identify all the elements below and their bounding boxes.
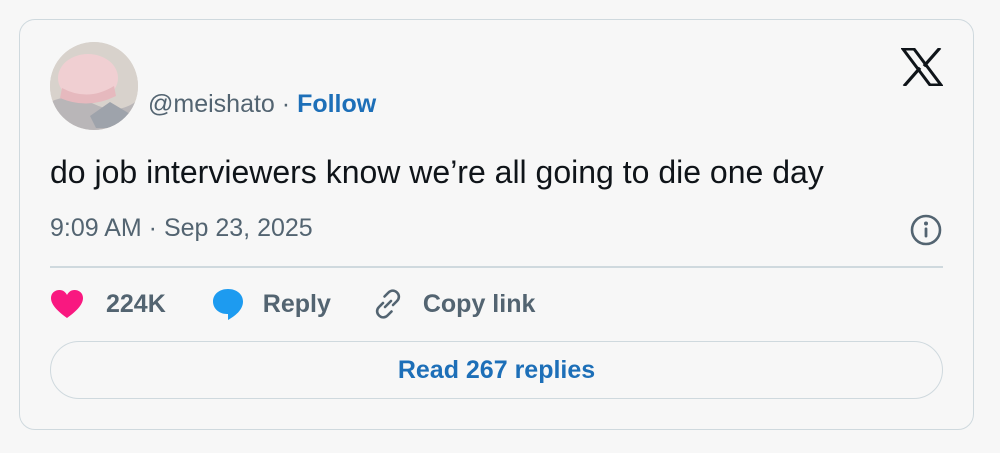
handle-row: @meishato · Follow — [148, 90, 376, 119]
tweet-timestamp[interactable]: 9:09 AM · Sep 23, 2025 — [50, 214, 313, 243]
read-replies-button[interactable]: Read 267 replies — [50, 341, 943, 399]
avatar[interactable] — [50, 42, 138, 130]
likes-count: 224K — [106, 289, 166, 318]
reply-button[interactable]: Reply — [211, 287, 331, 321]
link-icon — [371, 287, 405, 321]
divider — [50, 266, 943, 268]
like-button[interactable]: 224K — [50, 289, 166, 319]
tweet-text: do job interviewers know we’re all going… — [50, 154, 824, 190]
tweet-card: @meishato · Follow do job interviewers k… — [19, 19, 974, 430]
reply-label: Reply — [262, 289, 331, 318]
handle-separator: · — [281, 90, 291, 118]
user-handle[interactable]: @meishato — [148, 90, 275, 118]
speech-bubble-icon — [211, 287, 245, 321]
info-icon[interactable] — [909, 213, 943, 247]
x-logo-icon[interactable] — [900, 46, 944, 88]
action-bar: 224K Reply Copy link — [50, 284, 535, 324]
copy-link-button[interactable]: Copy link — [371, 287, 536, 321]
follow-button[interactable]: Follow — [297, 90, 376, 118]
heart-icon — [50, 289, 84, 319]
copy-link-label: Copy link — [422, 289, 536, 318]
